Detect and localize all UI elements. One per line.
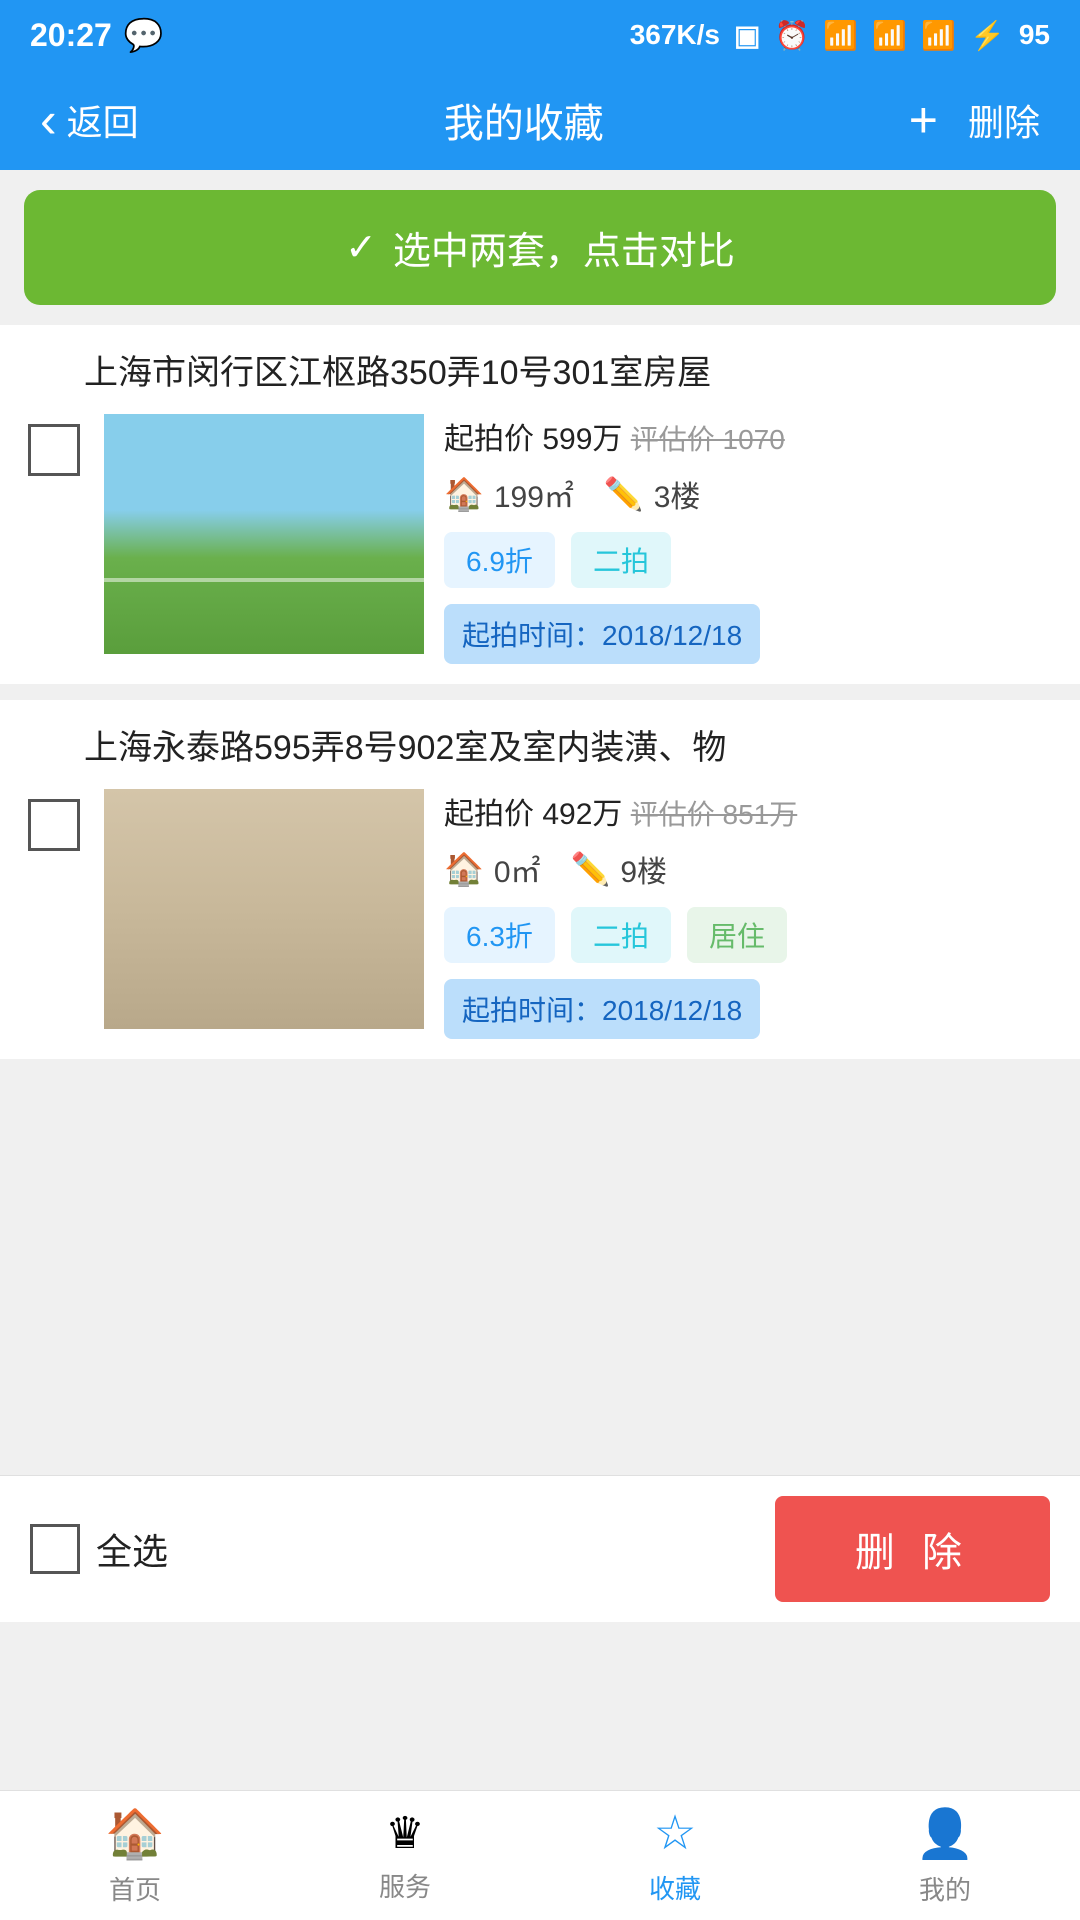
compare-label: 选中两套，点击对比 [393,220,735,275]
area-1: 199㎡ [494,472,574,516]
start-price-1: 起拍价 599万 [444,423,622,456]
compare-checkmark: ✓ [345,225,377,270]
delete-nav-button[interactable]: 删除 [968,94,1040,146]
tag-discount-1: 6.9折 [444,532,555,588]
property-image-1 [104,414,424,654]
pencil-icon-2: ✏️ [571,850,611,888]
tags-row-1: 6.9折 二拍 [444,532,1056,588]
select-all-container[interactable]: 全选 [30,1523,168,1575]
house-icon-1: 🏠 [444,475,484,513]
wifi-icon: 📶 [823,19,858,52]
mine-icon: 👤 [915,1805,975,1862]
tag-round-2: 二拍 [571,907,671,963]
page-title: 我的收藏 [444,91,604,149]
property-checkbox-1[interactable] [28,424,80,476]
select-all-checkbox[interactable] [30,1524,80,1574]
property-title-2: 上海永泰路595弄8号902室及室内装潢、物 [24,720,1056,769]
status-bar: 20:27 💬 367K/s ▣ ⏰ 📶 📶 📶 ⚡ 95 [0,0,1080,70]
start-time-2: 起拍时间：2018/12/18 [444,979,760,1039]
tag-discount-2: 6.3折 [444,907,555,963]
tab-mine-label: 我的 [919,1870,971,1907]
property-info-2: 起拍价 492万 评估价 851万 🏠 0㎡ ✏️ 9楼 6.3折 二拍 [444,789,1056,1039]
tag-round-1: 二拍 [571,532,671,588]
tab-service-label: 服务 [379,1867,431,1904]
clock-icon: ⏰ [774,19,809,52]
tab-home-label: 首页 [109,1870,161,1907]
tab-mine[interactable]: 👤 我的 [810,1791,1080,1920]
delete-button[interactable]: 删 除 [775,1496,1050,1602]
tab-home[interactable]: 🏠 首页 [0,1791,270,1920]
start-price-2: 起拍价 492万 [444,798,622,831]
back-chevron-icon [40,91,57,149]
status-time: 20:27 [30,17,112,54]
tab-service[interactable]: ♛ 服务 [270,1791,540,1920]
signal2-icon: 📶 [921,19,956,52]
property-card-2: 上海永泰路595弄8号902室及室内装潢、物 起拍价 492万 评估价 851万… [0,700,1080,1059]
tab-favorites[interactable]: ☆ 收藏 [540,1791,810,1920]
home-icon: 🏠 [105,1805,165,1862]
bottom-action-bar: 全选 删 除 [0,1475,1080,1622]
signal1-icon: 📶 [872,19,907,52]
status-app-icon: 💬 [124,16,164,54]
area-2: 0㎡ [494,847,541,891]
charging-icon: ⚡ [970,19,1005,52]
add-button[interactable]: + [909,91,938,149]
property-image-2 [104,789,424,1029]
empty-area [0,1075,1080,1455]
sim-icon: ▣ [734,19,760,52]
property-title: 上海市闵行区江枢路350弄10号301室房屋 [24,345,1056,394]
tab-favorites-label: 收藏 [649,1869,701,1906]
tags-row-2: 6.3折 二拍 居住 [444,907,1056,963]
est-price-2: 评估价 851万 [631,799,798,830]
favorites-icon: ☆ [653,1805,696,1861]
property-info-1: 起拍价 599万 评估价 1070 🏠 199㎡ ✏️ 3楼 6.9折 二拍 [444,414,1056,664]
floor-1: 3楼 [654,472,701,516]
back-button[interactable]: 返回 [40,91,139,149]
tag-type-2: 居住 [687,907,787,963]
nav-bar: 返回 我的收藏 + 删除 [0,70,1080,170]
select-all-label: 全选 [96,1523,168,1575]
back-label: 返回 [67,94,139,146]
est-price-1: 评估价 1070 [631,424,785,455]
house-icon-2: 🏠 [444,850,484,888]
property-checkbox-2[interactable] [28,799,80,851]
property-card: 上海市闵行区江枢路350弄10号301室房屋 起拍价 599万 评估价 1070… [0,325,1080,684]
pencil-icon-1: ✏️ [604,475,644,513]
floor-2: 9楼 [620,847,667,891]
service-icon: ♛ [385,1808,424,1859]
network-speed: 367K/s [630,19,720,51]
tab-bar: 🏠 首页 ♛ 服务 ☆ 收藏 👤 我的 [0,1790,1080,1920]
start-time-1: 起拍时间：2018/12/18 [444,604,760,664]
compare-banner[interactable]: ✓ 选中两套，点击对比 [24,190,1056,305]
content-area: 上海市闵行区江枢路350弄10号301室房屋 起拍价 599万 评估价 1070… [0,325,1080,1475]
battery-level: 95 [1019,19,1050,51]
